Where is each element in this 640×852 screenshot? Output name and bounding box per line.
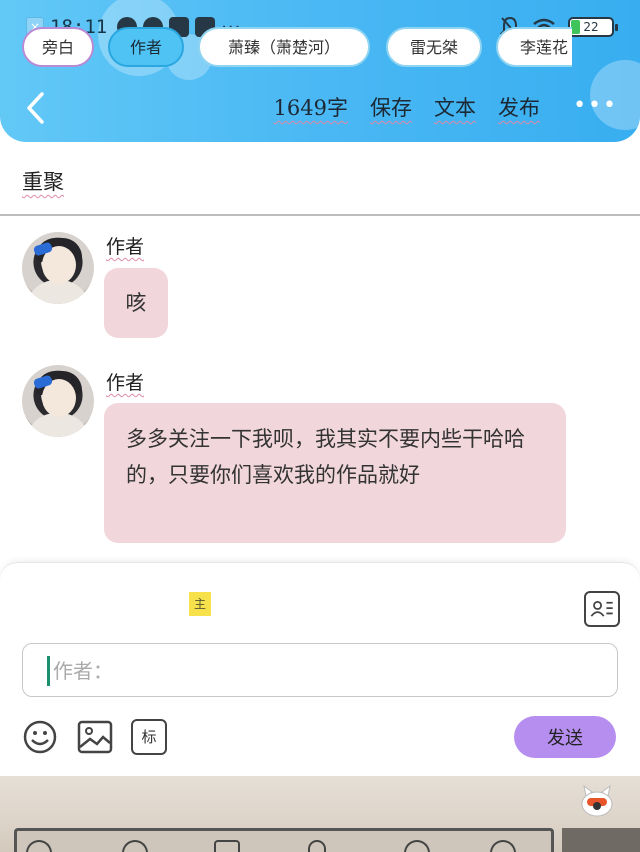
message-bubble[interactable]: 多多关注一下我呗，我其实不要内些干哈哈的，只要你们喜欢我的作品就好 bbox=[104, 403, 566, 543]
app-header: × 18:11 ··· 22 bbox=[0, 0, 640, 142]
message-input-box[interactable] bbox=[22, 643, 618, 697]
message-text: 多多关注一下我呗，我其实不要内些干哈哈的，只要你们喜欢我的作品就好 bbox=[126, 427, 525, 487]
bottom-tool-icon[interactable] bbox=[308, 840, 326, 852]
author-avatar[interactable] bbox=[22, 365, 94, 437]
role-chip-narrator[interactable]: 旁白 bbox=[22, 27, 94, 67]
image-icon[interactable] bbox=[77, 719, 113, 755]
battery-icon: 22 bbox=[568, 17, 618, 37]
contacts-card-icon[interactable] bbox=[584, 591, 620, 627]
bottom-tool-icon[interactable] bbox=[214, 840, 240, 852]
floating-mascot-icon[interactable] bbox=[580, 782, 614, 818]
more-menu-icon[interactable]: ••• bbox=[573, 95, 618, 117]
emoji-icon[interactable] bbox=[22, 719, 58, 755]
role-chip-lei-wujie[interactable]: 雷无桀 bbox=[386, 27, 482, 67]
editor-toolbar: 1649字 保存 文本 发布 ••• bbox=[0, 86, 640, 130]
send-button[interactable]: 发送 bbox=[514, 716, 616, 758]
word-count: 1649字 bbox=[273, 96, 348, 120]
role-chip-author[interactable]: 作者 bbox=[108, 27, 184, 67]
text-caret bbox=[47, 656, 50, 686]
tag-button[interactable]: 标 bbox=[131, 719, 167, 755]
role-chip-xiao-zhen[interactable]: 萧臻（萧楚河） bbox=[198, 27, 370, 67]
message-sender-name: 作者 bbox=[106, 236, 145, 258]
text-button[interactable]: 文本 bbox=[434, 92, 476, 122]
chapter-title[interactable]: 重聚 bbox=[22, 166, 64, 196]
message-sender-name: 作者 bbox=[106, 372, 145, 394]
role-selector: 旁白 作者 萧臻（萧楚河） 雷无桀 李莲花 bbox=[22, 27, 572, 69]
publish-button[interactable]: 发布 bbox=[498, 92, 540, 122]
save-button[interactable]: 保存 bbox=[370, 92, 412, 122]
bottom-toolbar bbox=[14, 828, 554, 852]
back-arrow-icon[interactable] bbox=[22, 90, 50, 126]
role-chip-li-lianhua[interactable]: 李莲花 bbox=[496, 27, 572, 67]
message-bubble[interactable]: 咳 bbox=[104, 268, 168, 338]
chapter-header: 重聚 bbox=[0, 142, 640, 216]
message-text: 咳 bbox=[125, 291, 147, 315]
bottom-background bbox=[0, 776, 640, 852]
bottom-dark-panel bbox=[562, 828, 640, 852]
message-input[interactable] bbox=[53, 652, 593, 690]
battery-percent: 22 bbox=[583, 20, 599, 34]
author-avatar[interactable] bbox=[22, 232, 94, 304]
main-role-tag: 主 bbox=[189, 592, 211, 616]
